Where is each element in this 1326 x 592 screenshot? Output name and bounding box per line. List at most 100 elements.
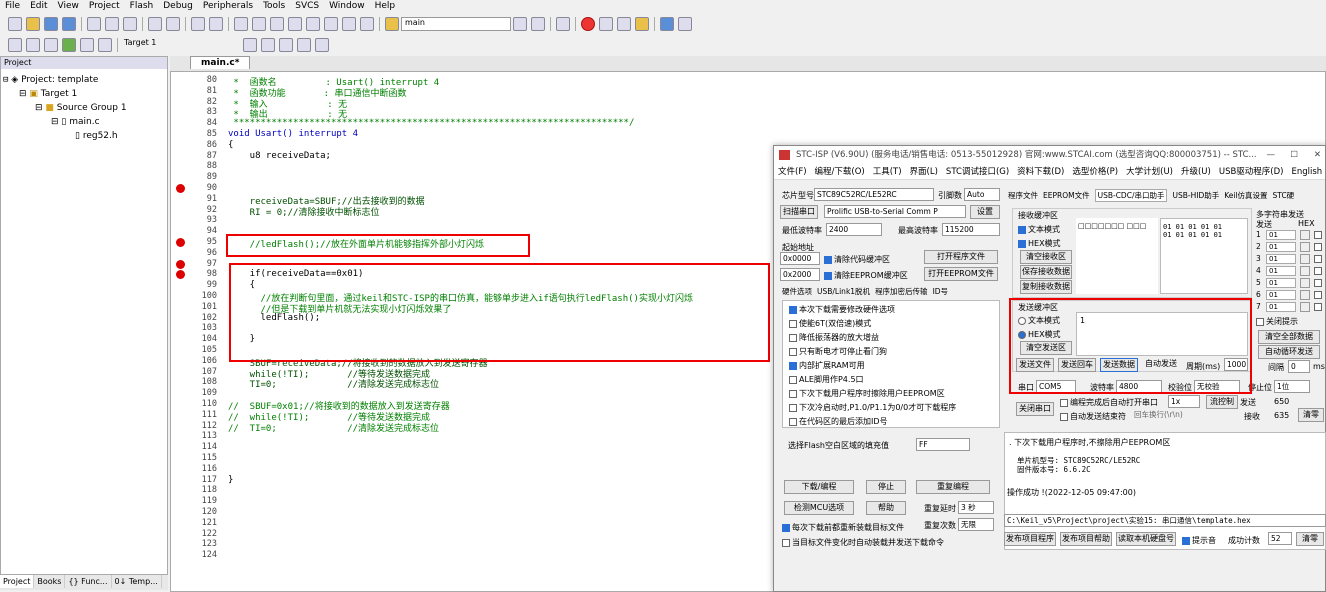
find-combo[interactable]: main (401, 17, 511, 31)
save-icon[interactable] (44, 17, 58, 31)
port-select[interactable]: Prolific USB-to-Serial Comm P (824, 205, 966, 218)
tab-functions[interactable]: {} Func... (65, 575, 112, 588)
batch-build-icon[interactable] (62, 38, 76, 52)
tab-serial-assistant[interactable]: USB-CDC/串口助手 (1094, 189, 1168, 202)
open-eeprom-file-button[interactable]: 打开EEPROM文件 (924, 267, 998, 281)
menu-flash[interactable]: Flash (125, 0, 159, 12)
menu-project[interactable]: Project (84, 0, 125, 12)
port-settings-button[interactable]: 设置 (970, 205, 1000, 219)
multi-send-field[interactable]: 01 (1266, 266, 1296, 276)
breakpoint-icon[interactable] (581, 17, 595, 31)
menu-peripherals[interactable]: Peripherals (198, 0, 258, 12)
fill-select[interactable]: FF (916, 438, 970, 451)
address-eeprom-field[interactable]: 0x2000 (780, 268, 820, 281)
multi-send-button[interactable] (1300, 230, 1310, 240)
reload-checkbox[interactable]: 每次下载前都重新装载目标文件 (782, 522, 904, 533)
tab-stc-hw[interactable]: STC硬 (1273, 191, 1295, 200)
close-port-button[interactable]: 关闭串口 (1016, 402, 1054, 416)
end-char-select[interactable]: 回车换行(\r\n) (1132, 409, 1202, 422)
comment-icon[interactable] (342, 17, 356, 31)
chip-select[interactable]: STC89C52RC/LE52RC (814, 188, 934, 201)
open-file-icon[interactable] (26, 17, 40, 31)
configure-icon[interactable] (635, 17, 649, 31)
multi-hex-checkbox[interactable] (1314, 267, 1322, 275)
stc-menu-price[interactable]: 选型价格(P) (1068, 164, 1122, 180)
settings-wrench-icon[interactable] (678, 17, 692, 31)
indent-icon[interactable] (306, 17, 320, 31)
receive-hex-area[interactable]: 01 01 01 01 01 01 01 01 01 01 (1160, 218, 1248, 294)
forward-icon[interactable] (209, 17, 223, 31)
hw-option-checkbox[interactable]: 下次冷启动时,P1.0/P1.1为0/0才可下载程序 (789, 401, 993, 415)
close-tip-checkbox[interactable]: 关闭提示 (1256, 316, 1298, 327)
scan-port-button[interactable]: 扫描串口 (780, 205, 818, 219)
multi-hex-checkbox[interactable] (1314, 291, 1322, 299)
repeat-count-select[interactable]: 无限 (958, 518, 994, 531)
hw-option-checkbox[interactable]: 降低振荡器的放大增益 (789, 331, 993, 345)
recv-text-mode-checkbox[interactable]: 文本模式 (1018, 224, 1060, 235)
new-file-icon[interactable] (8, 17, 22, 31)
tab-templates[interactable]: 0↓ Temp... (112, 575, 162, 588)
kill-breakpoints-icon[interactable] (617, 17, 631, 31)
pins-select[interactable]: Auto (964, 188, 1000, 201)
open-program-file-button[interactable]: 打开程序文件 (924, 250, 998, 264)
bookmark-icon[interactable] (234, 17, 248, 31)
clear-all-data-button[interactable]: 清空全部数据 (1258, 330, 1320, 344)
multi-send-field[interactable]: 01 (1266, 254, 1296, 264)
multi-send-field[interactable]: 01 (1266, 242, 1296, 252)
find-icon[interactable] (513, 17, 527, 31)
stc-menu-upgrade[interactable]: 升级(U) (1177, 164, 1215, 180)
build-icon[interactable] (26, 38, 40, 52)
stc-menu-usb-driver[interactable]: USB驱动程序(D) (1215, 164, 1288, 180)
interval-field[interactable]: 0 (1288, 360, 1310, 373)
multi-hex-checkbox[interactable] (1314, 303, 1322, 311)
repeat-delay-select[interactable]: 3 秒 (958, 501, 994, 514)
address-code-field[interactable]: 0x0000 (780, 252, 820, 265)
stc-menu-program[interactable]: 编程/下载(O) (811, 164, 869, 180)
tip-sound-checkbox[interactable]: 提示音 (1182, 535, 1216, 546)
clear-success-button[interactable]: 清零 (1296, 532, 1324, 546)
stc-menu-docs[interactable]: 资料下载(D) (1013, 164, 1068, 180)
breakpoint-marker[interactable] (176, 259, 185, 269)
auto-send-checkbox[interactable]: 当目标文件变化时自动装载并发送下载命令 (782, 537, 944, 548)
multi-send-field[interactable]: 01 (1266, 230, 1296, 240)
paste-icon[interactable] (123, 17, 137, 31)
manage-books-icon[interactable] (279, 38, 293, 52)
download-program-button[interactable]: 下载/编程 (784, 480, 854, 494)
uncomment-icon[interactable] (360, 17, 374, 31)
read-disk-serial-button[interactable]: 读取本机硬盘号 (1116, 532, 1176, 546)
tab-id[interactable]: ID号 (933, 287, 949, 296)
multi-hex-checkbox[interactable] (1314, 231, 1322, 239)
redo-icon[interactable] (166, 17, 180, 31)
stc-menu-file[interactable]: 文件(F) (774, 164, 811, 180)
tab-eeprom-file[interactable]: EEPROM文件 (1043, 191, 1090, 200)
tab-hid-assistant[interactable]: USB-HID助手 (1172, 191, 1219, 200)
multi-hex-checkbox[interactable] (1314, 255, 1322, 263)
tree-file-main[interactable]: ⊟ ▯ main.c (3, 115, 165, 129)
repeat-program-button[interactable]: 重复编程 (916, 480, 990, 494)
menu-debug[interactable]: Debug (158, 0, 198, 12)
copy-receive-button[interactable]: 复制接收数据 (1020, 280, 1072, 294)
stc-menu-debug[interactable]: STC调试接口(G) (942, 164, 1013, 180)
stop-button[interactable]: 停止 (866, 480, 906, 494)
multi-send-field[interactable]: 01 (1266, 278, 1296, 288)
save-receive-button[interactable]: 保存接收数据 (1020, 265, 1072, 279)
tab-project[interactable]: Project (0, 575, 35, 588)
target-options-icon[interactable] (243, 38, 257, 52)
save-all-icon[interactable] (62, 17, 76, 31)
breakpoint-marker[interactable] (176, 184, 185, 193)
menu-edit[interactable]: Edit (25, 0, 52, 12)
hw-option-checkbox[interactable]: ALE脚用作P4.5口 (789, 373, 993, 387)
hw-option-checkbox[interactable]: 在代码区的最后添加ID号 (789, 415, 993, 429)
multi-send-button[interactable] (1300, 278, 1310, 288)
cut-icon[interactable] (87, 17, 101, 31)
publish-help-button[interactable]: 发布项目帮助 (1060, 532, 1112, 546)
hw-option-checkbox[interactable]: 内部扩展RAM可用 (789, 359, 993, 373)
menu-help[interactable]: Help (370, 0, 401, 12)
tab-main-c[interactable]: main.c* (190, 56, 251, 69)
stc-menu-ui[interactable]: 界面(L) (906, 164, 942, 180)
clear-count-button[interactable]: 清零 (1298, 408, 1324, 422)
bookmark-clear-icon[interactable] (288, 17, 302, 31)
bookmark-prev-icon[interactable] (252, 17, 266, 31)
unindent-icon[interactable] (324, 17, 338, 31)
flow-control-button[interactable]: 流控制 (1206, 395, 1238, 409)
